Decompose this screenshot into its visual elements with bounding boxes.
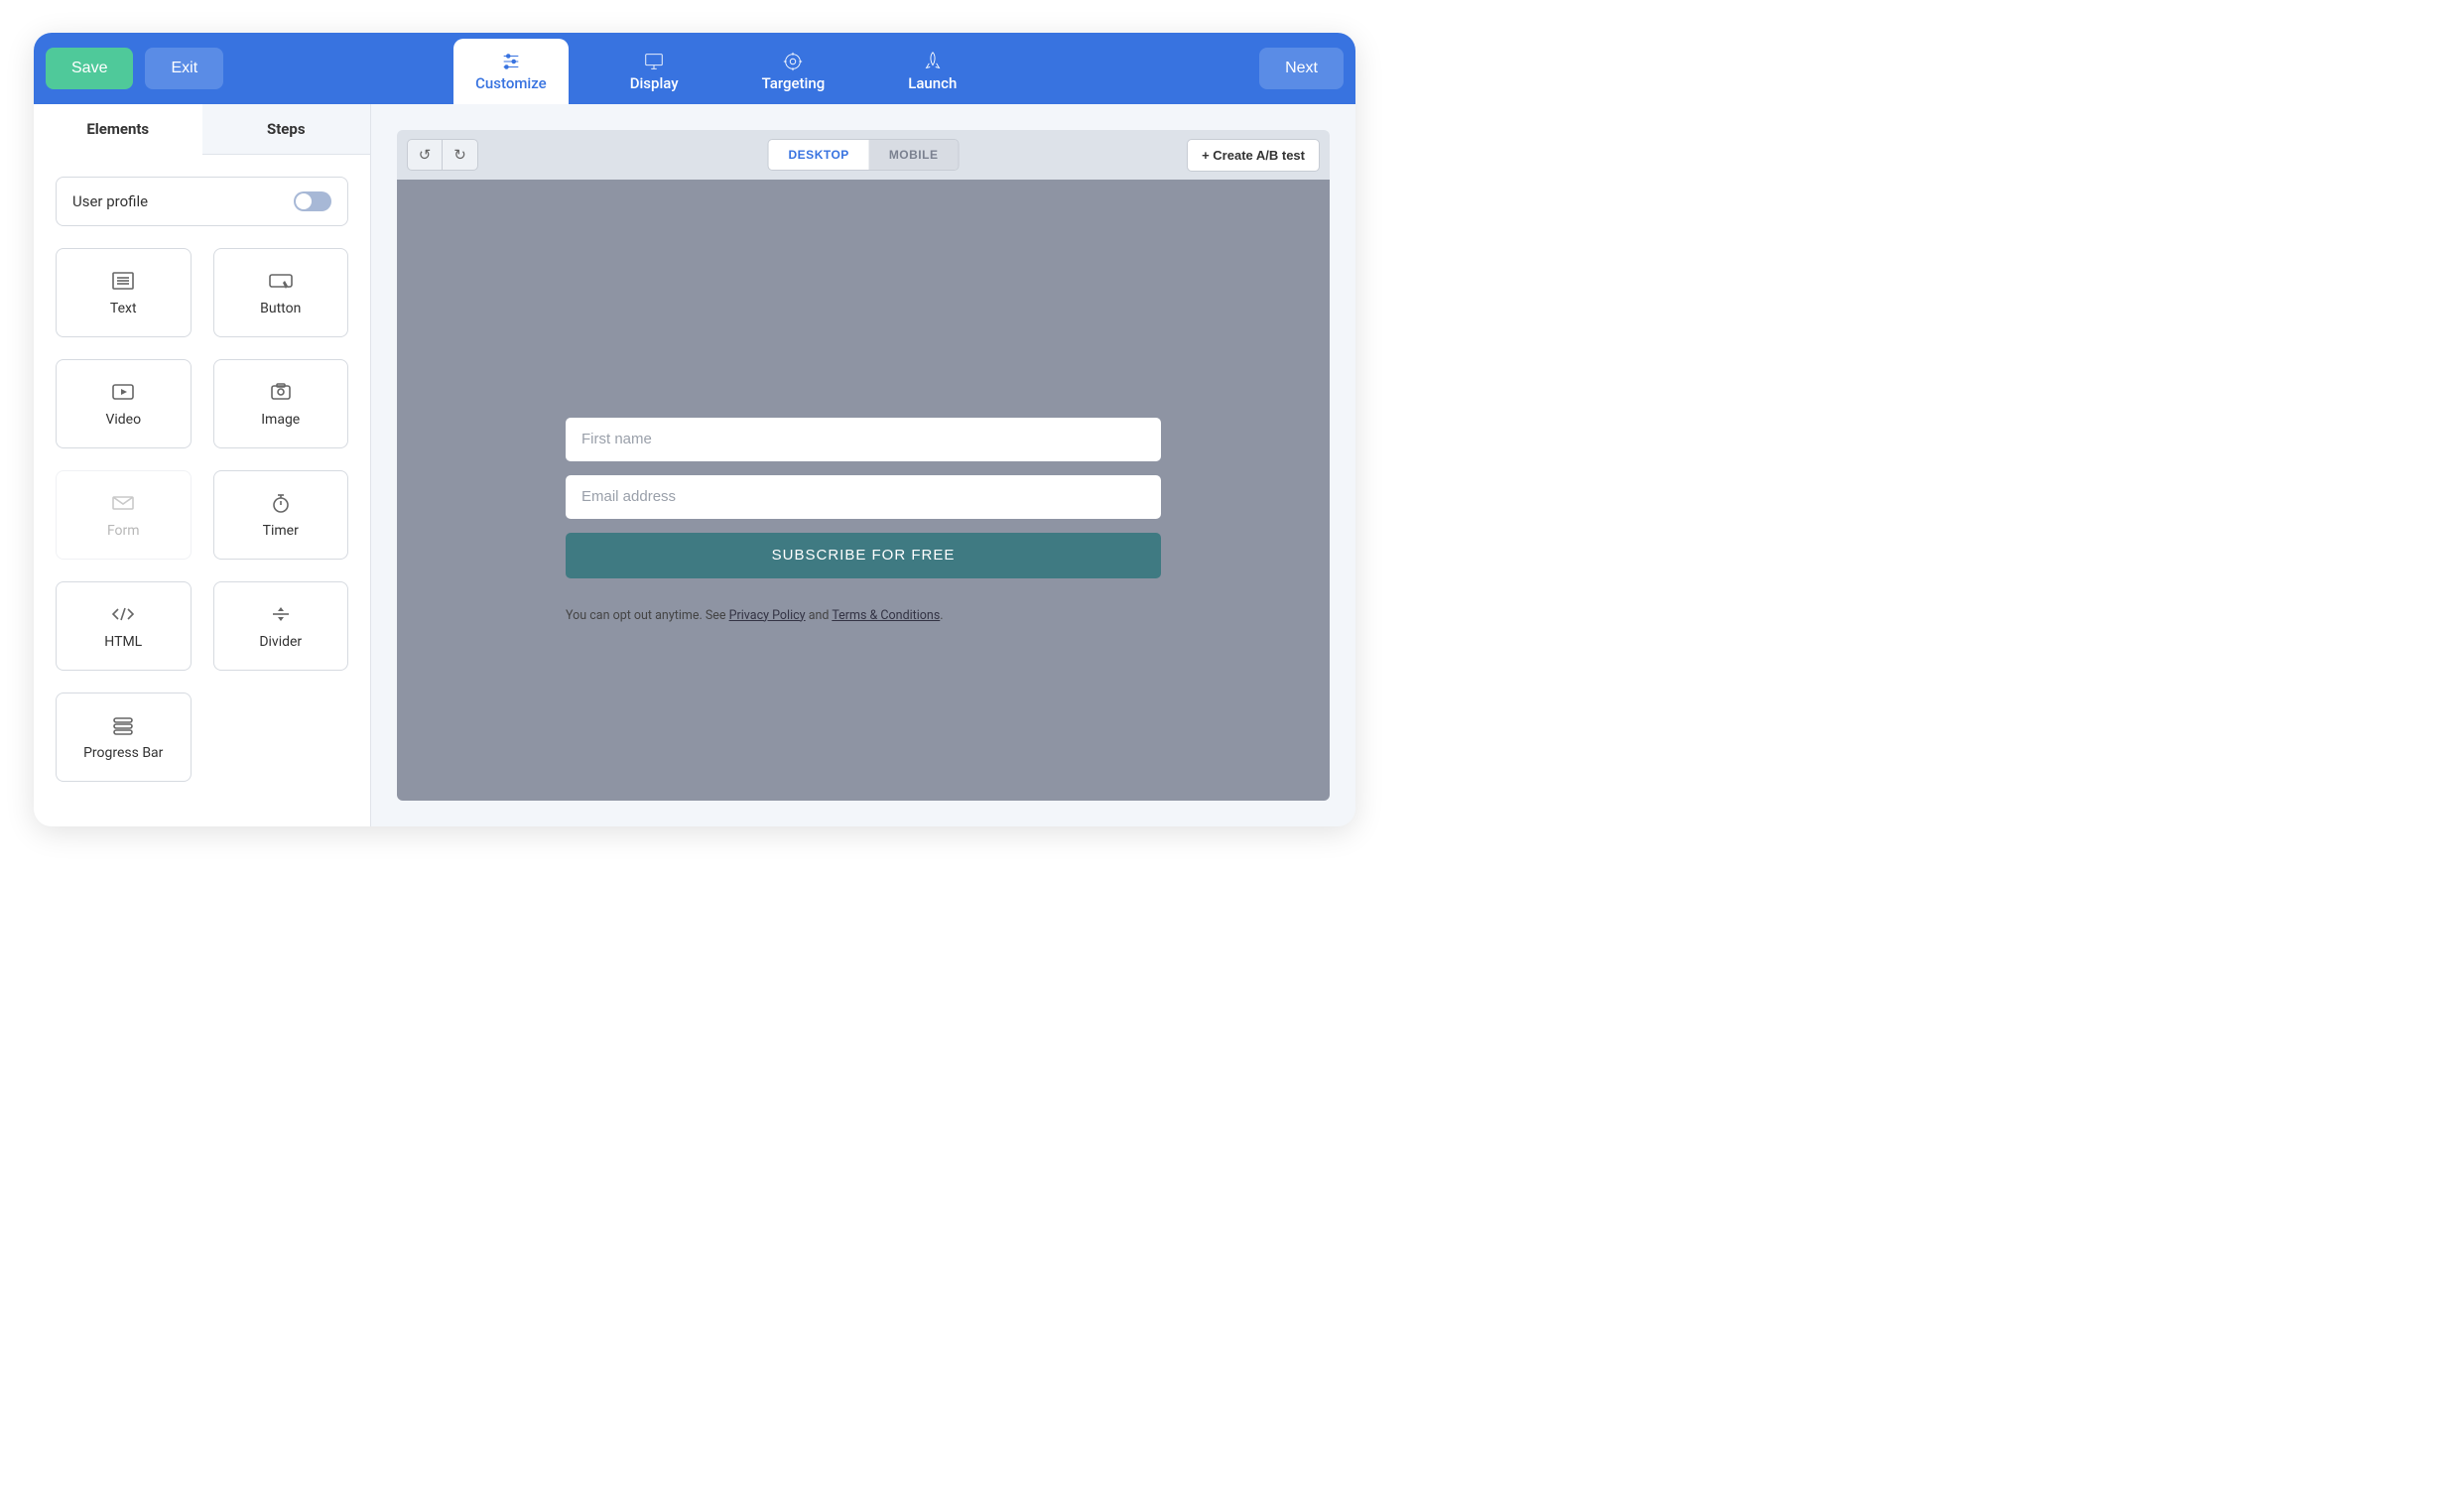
tile-label: Form	[107, 523, 140, 539]
nav-launch[interactable]: Launch	[886, 39, 978, 104]
element-tile-html[interactable]: HTML	[56, 581, 192, 671]
create-ab-test-button[interactable]: + Create A/B test	[1187, 139, 1320, 172]
video-icon	[109, 380, 137, 404]
monitor-icon	[643, 51, 665, 72]
sidebar-tabs: Elements Steps	[34, 104, 370, 155]
email-input[interactable]	[566, 475, 1161, 519]
tile-label: Text	[110, 301, 137, 316]
nav-label: Display	[630, 74, 679, 92]
tile-label: Progress Bar	[83, 745, 163, 761]
nav-targeting[interactable]: Targeting	[740, 39, 847, 104]
top-nav: Customize Display Targeting Launch	[453, 33, 978, 104]
legal-text: You can opt out anytime. See Privacy Pol…	[566, 608, 1161, 623]
tab-elements[interactable]: Elements	[34, 104, 202, 155]
first-name-input[interactable]	[566, 418, 1161, 461]
user-profile-row: User profile	[56, 177, 348, 226]
device-mobile[interactable]: MOBILE	[869, 140, 959, 170]
button-icon	[267, 269, 295, 293]
privacy-link[interactable]: Privacy Policy	[729, 608, 806, 623]
redo-icon: ↻	[453, 146, 466, 164]
nav-label: Targeting	[762, 74, 826, 92]
element-tile-image[interactable]: Image	[213, 359, 349, 448]
tile-label: HTML	[104, 634, 142, 650]
element-tile-divider[interactable]: Divider	[213, 581, 349, 671]
form-preview: SUBSCRIBE FOR FREE You can opt out anyti…	[556, 418, 1171, 623]
next-button[interactable]: Next	[1259, 48, 1344, 89]
element-tile-button[interactable]: Button	[213, 248, 349, 337]
save-button[interactable]: Save	[46, 48, 133, 89]
legal-post: .	[940, 608, 943, 623]
canvas[interactable]: SUBSCRIBE FOR FREE You can opt out anyti…	[397, 180, 1330, 801]
form-icon	[109, 491, 137, 515]
nav-label: Customize	[475, 74, 547, 92]
progress-icon	[109, 713, 137, 737]
terms-link[interactable]: Terms & Conditions	[832, 608, 940, 623]
device-switch: DESKTOP MOBILE	[768, 139, 960, 171]
element-tile-progress[interactable]: Progress Bar	[56, 693, 192, 782]
tile-label: Timer	[263, 523, 299, 539]
canvas-toolbar: ↺ ↻ DESKTOP MOBILE + Create A/B test	[397, 130, 1330, 180]
tile-label: Image	[261, 412, 300, 428]
element-tile-timer[interactable]: Timer	[213, 470, 349, 560]
subscribe-button[interactable]: SUBSCRIBE FOR FREE	[566, 533, 1161, 578]
redo-button[interactable]: ↻	[443, 139, 478, 171]
target-icon	[782, 51, 804, 72]
app-window: Save Exit Customize Display Targeting La…	[34, 33, 1355, 826]
code-icon	[109, 602, 137, 626]
rocket-icon	[922, 51, 944, 72]
user-profile-label: User profile	[72, 192, 148, 210]
element-tile-video[interactable]: Video	[56, 359, 192, 448]
legal-and: and	[806, 608, 833, 623]
timer-icon	[267, 491, 295, 515]
canvas-area: ↺ ↻ DESKTOP MOBILE + Create A/B test SUB…	[371, 104, 1355, 826]
exit-button[interactable]: Exit	[145, 48, 223, 89]
sidebar: Elements Steps User profile Text Button	[34, 104, 371, 826]
nav-label: Launch	[908, 74, 957, 92]
tile-label: Divider	[259, 634, 302, 650]
undo-button[interactable]: ↺	[407, 139, 443, 171]
element-tile-text[interactable]: Text	[56, 248, 192, 337]
text-icon	[109, 269, 137, 293]
sliders-icon	[500, 51, 522, 72]
topbar: Save Exit Customize Display Targeting La…	[34, 33, 1355, 104]
image-icon	[267, 380, 295, 404]
device-desktop[interactable]: DESKTOP	[769, 140, 869, 170]
legal-pre: You can opt out anytime. See	[566, 608, 729, 623]
tile-label: Button	[260, 301, 301, 316]
undo-icon: ↺	[419, 146, 432, 164]
nav-customize[interactable]: Customize	[453, 39, 569, 104]
element-tile-form: Form	[56, 470, 192, 560]
user-profile-toggle[interactable]	[294, 191, 331, 211]
nav-display[interactable]: Display	[608, 39, 701, 104]
tile-label: Video	[105, 412, 141, 428]
divider-icon	[267, 602, 295, 626]
tab-steps[interactable]: Steps	[202, 104, 371, 155]
